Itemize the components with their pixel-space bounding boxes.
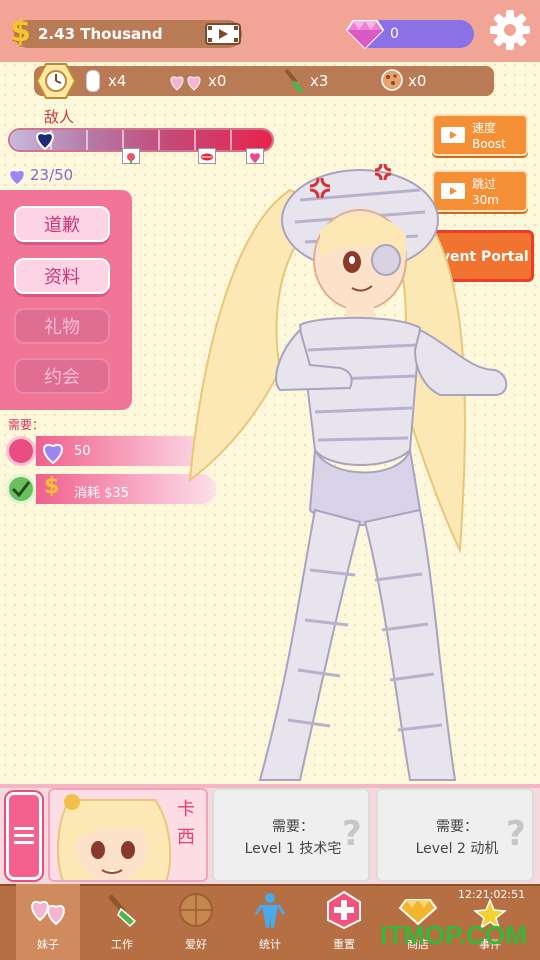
hearts-icon — [31, 900, 65, 926]
reset-icon — [327, 890, 361, 930]
gift-button[interactable]: 礼物 — [14, 308, 110, 344]
locked-requirement: Level 2 动机 — [415, 841, 499, 857]
dollar-icon: $ — [44, 474, 60, 499]
gift-count: x0 — [208, 72, 227, 90]
person-icon — [254, 893, 286, 928]
film-icon — [441, 127, 465, 143]
milestone-flower-icon — [122, 148, 140, 164]
money-value: 2.43 Thousand — [38, 25, 163, 43]
cookie-icon — [380, 68, 404, 96]
settings-gear-icon[interactable] — [488, 8, 532, 56]
nav-reset[interactable]: 重置 — [312, 884, 376, 960]
gem-icon — [345, 18, 385, 54]
boost-label: Boost — [472, 137, 506, 151]
character-illustration[interactable] — [170, 150, 520, 790]
girl-card-locked-1[interactable]: ? 需要： Level 1 技术宅 — [212, 788, 370, 882]
nav-label: 重置 — [333, 938, 355, 951]
requirements-label: 需要： — [8, 418, 45, 432]
cookie-count: x0 — [408, 72, 427, 90]
diamond-count: x4 — [108, 72, 127, 90]
locked-need-label: 需要： — [436, 819, 478, 835]
nav-label: 妹子 — [37, 938, 59, 951]
girl-list-menu-button[interactable] — [6, 792, 42, 880]
love-heart-icon — [6, 166, 28, 190]
speed-label: 速度 — [472, 121, 497, 135]
meter-tick — [86, 130, 88, 150]
locked-requirement: Level 1 技术宅 — [244, 841, 342, 857]
checkmark-icon — [6, 474, 36, 504]
diamond-ring-icon — [86, 70, 100, 92]
nav-work[interactable]: 工作 — [90, 884, 154, 960]
film-icon — [205, 23, 241, 45]
requirement-love-value: 50 — [74, 444, 91, 459]
date-button[interactable]: 约会 — [14, 358, 110, 394]
ball-icon — [179, 893, 213, 927]
watermark-text: ITMOP.COM — [380, 920, 527, 950]
meter-tick — [230, 130, 232, 150]
girl-name: 卡西 — [177, 799, 195, 848]
progress-heart-icon — [33, 128, 57, 154]
love-heart-icon — [40, 440, 66, 468]
shovel-icon — [282, 66, 308, 98]
shovel-icon — [108, 894, 137, 928]
nav-hobbies[interactable]: 爱好 — [164, 884, 228, 960]
clock-icon[interactable] — [35, 62, 77, 104]
relationship-status-label: 敌人 — [44, 108, 75, 126]
meter-tick — [122, 130, 124, 150]
nav-label: 统计 — [259, 938, 281, 951]
nav-label: 爱好 — [185, 938, 207, 951]
gem-count: 0 — [390, 26, 399, 42]
girl-card-locked-2[interactable]: ? 需要： Level 2 动机 — [376, 788, 534, 882]
shovel-count: x3 — [310, 72, 329, 90]
meter-tick — [194, 130, 196, 150]
meter-tick — [158, 130, 160, 150]
girl-portrait-avatar — [57, 794, 172, 880]
nav-stats[interactable]: 统计 — [238, 884, 302, 960]
unmet-circle-icon — [6, 436, 36, 466]
gift-hearts-icon — [168, 70, 204, 96]
locked-need-label: 需要： — [272, 819, 314, 835]
love-count: 23/50 — [30, 166, 74, 184]
nav-girls[interactable]: 妹子 — [16, 884, 80, 960]
dollar-icon: $ — [10, 14, 31, 49]
apologize-button[interactable]: 道歉 — [14, 206, 110, 242]
video-ad-button[interactable] — [204, 20, 244, 48]
event-timer: 12:21:02:51 — [458, 888, 526, 901]
profile-button[interactable]: 资料 — [14, 258, 110, 294]
hamburger-icon — [14, 827, 34, 844]
nav-label: 工作 — [111, 938, 133, 951]
requirement-money-value: 消耗 $35 — [74, 486, 129, 501]
